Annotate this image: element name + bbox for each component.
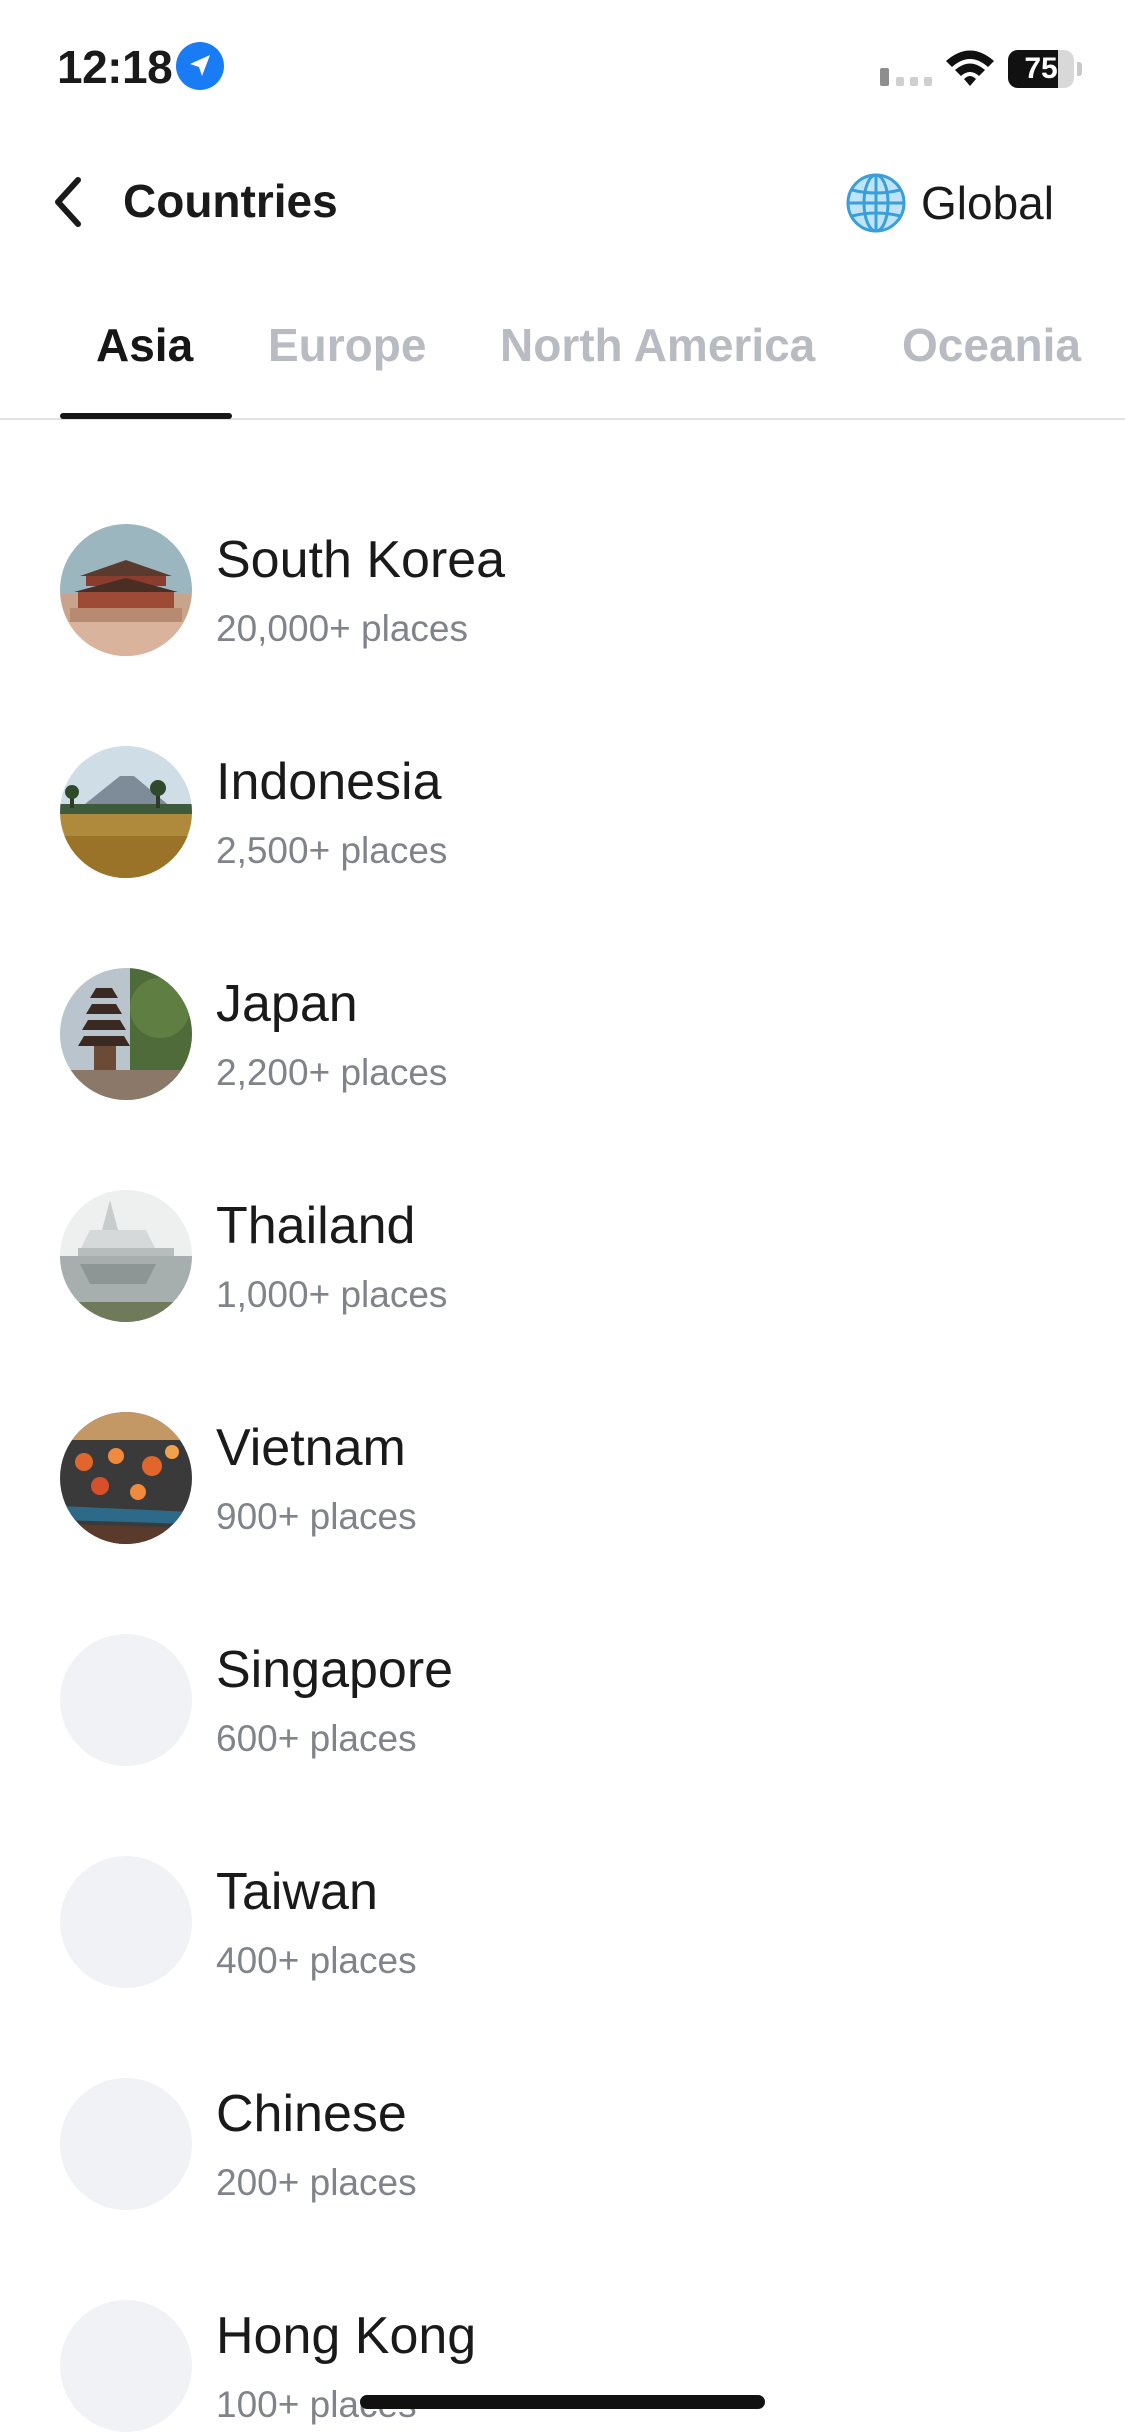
country-count: 2,200+ places (216, 1052, 448, 1093)
country-row-vietnam[interactable]: Vietnam 900+ places (0, 1388, 1125, 1588)
country-count: 2,500+ places (216, 830, 448, 871)
wifi-icon (946, 50, 994, 86)
country-row-singapore[interactable]: Singapore 600+ places (0, 1610, 1125, 1810)
country-count: 1,000+ places (216, 1274, 448, 1315)
taiwan-thumbnail-placeholder (60, 1856, 192, 1988)
country-name: Taiwan (216, 1863, 378, 1921)
location-arrow-icon (176, 42, 224, 90)
chinese-thumbnail-placeholder (60, 2078, 192, 2210)
global-button[interactable]: Global (845, 170, 1054, 236)
battery-icon: 75 (1008, 50, 1082, 88)
global-label: Global (921, 177, 1054, 229)
battery-level: 75 (1024, 52, 1058, 85)
japan-thumbnail (60, 968, 192, 1100)
tab-europe[interactable]: Europe (268, 318, 426, 372)
hong-kong-thumbnail-placeholder (60, 2300, 192, 2432)
country-count: 900+ places (216, 1496, 417, 1537)
country-name: Hong Kong (216, 2307, 477, 2365)
status-bar: 12:18 75 (0, 0, 1125, 140)
country-name: Vietnam (216, 1419, 406, 1477)
country-name: Japan (216, 975, 358, 1033)
region-tabs: Asia Europe North America Oceania (0, 300, 1125, 420)
battery-body: 75 (1008, 50, 1074, 88)
countries-screen: 12:18 75 Countries Global Asia Europe No… (0, 0, 1125, 2436)
country-name: Chinese (216, 2085, 407, 2143)
country-row-japan[interactable]: Japan 2,200+ places (0, 944, 1125, 1144)
country-name: Indonesia (216, 753, 442, 811)
country-count: 200+ places (216, 2162, 417, 2203)
back-button[interactable] (36, 170, 100, 234)
globe-icon (846, 173, 906, 233)
active-tab-indicator (60, 413, 232, 419)
tab-oceania[interactable]: Oceania (902, 318, 1081, 372)
chevron-left-icon (55, 177, 81, 227)
country-count: 600+ places (216, 1718, 417, 1759)
tab-asia[interactable]: Asia (96, 318, 193, 372)
status-time: 12:18 (57, 41, 173, 93)
header: Countries Global (0, 150, 1125, 260)
page-title: Countries (123, 175, 338, 227)
country-count: 20,000+ places (216, 608, 469, 649)
home-indicator[interactable] (360, 2395, 765, 2409)
tab-north-america[interactable]: North America (500, 318, 815, 372)
indonesia-thumbnail (60, 746, 192, 878)
battery-cap (1077, 62, 1082, 76)
country-name: South Korea (216, 531, 506, 589)
country-row-indonesia[interactable]: Indonesia 2,500+ places (0, 722, 1125, 922)
country-count: 400+ places (216, 1940, 417, 1981)
country-row-taiwan[interactable]: Taiwan 400+ places (0, 1832, 1125, 2032)
thailand-thumbnail (60, 1190, 192, 1322)
country-row-hong-kong[interactable]: Hong Kong 100+ places (0, 2276, 1125, 2436)
country-name: Thailand (216, 1197, 416, 1255)
country-row-thailand[interactable]: Thailand 1,000+ places (0, 1166, 1125, 1366)
country-name: Singapore (216, 1641, 454, 1699)
south-korea-thumbnail (60, 524, 192, 656)
singapore-thumbnail-placeholder (60, 1634, 192, 1766)
cellular-signal-icon (880, 68, 932, 86)
country-row-chinese[interactable]: Chinese 200+ places (0, 2054, 1125, 2254)
country-row-south-korea[interactable]: South Korea 20,000+ places (0, 500, 1125, 700)
vietnam-thumbnail (60, 1412, 192, 1544)
